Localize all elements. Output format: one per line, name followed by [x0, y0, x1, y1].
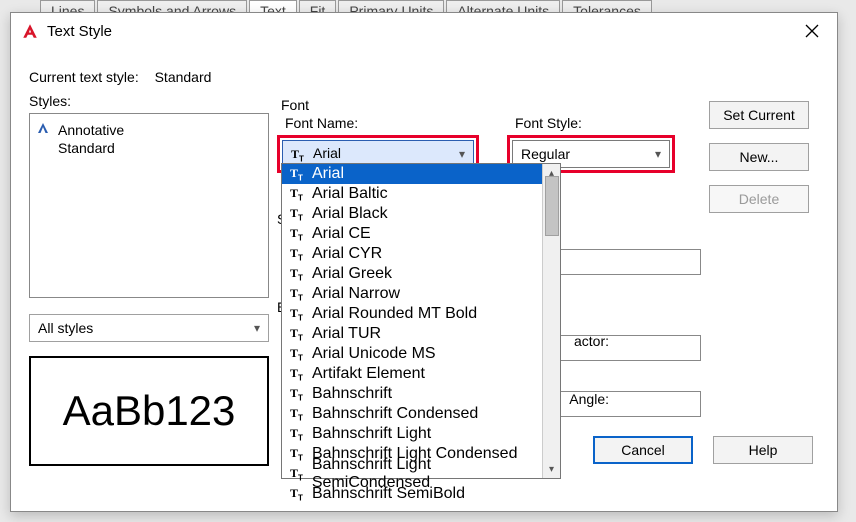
font-option-label: Artifakt Element: [312, 365, 425, 383]
chevron-down-icon: ▾: [459, 147, 465, 161]
style-item-annotative[interactable]: Annotative: [36, 120, 262, 139]
set-current-button[interactable]: Set Current: [709, 101, 809, 129]
font-option-label: Bahnschrift Light: [312, 425, 431, 443]
width-factor-input[interactable]: [543, 335, 701, 361]
font-option-label: Arial Rounded MT Bold: [312, 305, 477, 323]
font-option-label: Bahnschrift: [312, 385, 392, 403]
preview-text: AaBb123: [63, 387, 236, 435]
help-button[interactable]: Help: [713, 436, 813, 464]
font-option-label: Arial CE: [312, 225, 371, 243]
style-filter-dropdown[interactable]: All styles ▾: [29, 314, 269, 342]
style-filter-value: All styles: [38, 320, 93, 336]
font-option[interactable]: TTArial Baltic: [282, 184, 560, 204]
close-icon: [805, 24, 819, 38]
chevron-down-icon: ▾: [254, 321, 260, 335]
truetype-icon: TT: [290, 366, 308, 382]
current-style-row: Current text style: Standard: [29, 69, 819, 85]
text-style-dialog: Text Style Current text style: Standard …: [10, 12, 838, 512]
font-style-value: Regular: [521, 146, 570, 162]
truetype-icon: TT: [290, 266, 308, 282]
font-option-label: Arial CYR: [312, 245, 382, 263]
truetype-icon: TT: [290, 206, 308, 222]
font-option[interactable]: TTArial Narrow: [282, 284, 560, 304]
font-option[interactable]: TTBahnschrift Light SemiCondensed: [282, 464, 560, 484]
truetype-icon: TT: [290, 286, 308, 302]
truetype-icon: TT: [290, 426, 308, 442]
height-input[interactable]: [543, 249, 701, 275]
font-option-label: Arial Baltic: [312, 185, 388, 203]
font-option[interactable]: TTArial: [282, 164, 560, 184]
truetype-icon: TT: [290, 186, 308, 202]
font-option-label: Arial Narrow: [312, 285, 400, 303]
chevron-down-icon: ▾: [655, 147, 661, 161]
truetype-icon: TT: [291, 147, 309, 163]
font-option[interactable]: TTArtifakt Element: [282, 364, 560, 384]
font-option[interactable]: TTArial Rounded MT Bold: [282, 304, 560, 324]
font-option-label: Arial: [312, 165, 344, 183]
font-name-dropdown-list[interactable]: ▴ ▾ TTArialTTArial BalticTTArial BlackTT…: [281, 163, 561, 479]
truetype-icon: TT: [290, 326, 308, 342]
font-option[interactable]: TTBahnschrift: [282, 384, 560, 404]
truetype-icon: TT: [290, 406, 308, 422]
current-style-label: Current text style:: [29, 69, 139, 85]
truetype-icon: TT: [290, 446, 308, 462]
font-name-label: Font Name:: [285, 115, 479, 131]
font-option-label: Arial TUR: [312, 325, 381, 343]
styles-listbox[interactable]: Annotative Standard: [29, 113, 269, 298]
font-style-label: Font Style:: [515, 115, 675, 131]
truetype-icon: TT: [290, 466, 308, 482]
scrollbar-thumb[interactable]: [545, 176, 559, 236]
font-option-label: Arial Unicode MS: [312, 345, 436, 363]
truetype-icon: TT: [290, 166, 308, 182]
oblique-angle-input[interactable]: [543, 391, 701, 417]
truetype-icon: TT: [290, 246, 308, 262]
style-item-label: Standard: [58, 140, 115, 156]
font-option[interactable]: TTArial CYR: [282, 244, 560, 264]
close-button[interactable]: [797, 18, 827, 44]
font-option-label: Arial Black: [312, 205, 388, 223]
truetype-icon: TT: [290, 346, 308, 362]
font-option-label: Arial Greek: [312, 265, 392, 283]
new-button[interactable]: New...: [709, 143, 809, 171]
autocad-icon: [21, 22, 39, 40]
dropdown-scrollbar[interactable]: ▴ ▾: [542, 164, 560, 478]
truetype-icon: TT: [290, 386, 308, 402]
font-option[interactable]: TTArial TUR: [282, 324, 560, 344]
font-option[interactable]: TTBahnschrift Condensed: [282, 404, 560, 424]
cancel-button[interactable]: Cancel: [593, 436, 693, 464]
font-preview: AaBb123: [29, 356, 269, 466]
style-item-label: Annotative: [58, 122, 124, 138]
font-option[interactable]: TTArial CE: [282, 224, 560, 244]
font-option[interactable]: TTBahnschrift Light: [282, 424, 560, 444]
scroll-down-icon[interactable]: ▾: [543, 460, 560, 478]
font-group-label: Font: [281, 97, 709, 113]
font-option[interactable]: TTArial Black: [282, 204, 560, 224]
font-option[interactable]: TTArial Greek: [282, 264, 560, 284]
font-option[interactable]: TTArial Unicode MS: [282, 344, 560, 364]
annotative-icon: [36, 121, 52, 138]
delete-button: Delete: [709, 185, 809, 213]
font-name-value: Arial: [313, 145, 341, 161]
dialog-title: Text Style: [47, 23, 797, 40]
truetype-icon: TT: [290, 486, 308, 502]
current-style-value: Standard: [155, 69, 212, 85]
font-option-label: Bahnschrift Condensed: [312, 405, 478, 423]
truetype-icon: TT: [290, 306, 308, 322]
styles-label: Styles:: [29, 93, 277, 109]
style-item-standard[interactable]: Standard: [36, 139, 262, 157]
font-option-label: Bahnschrift SemiBold: [312, 485, 465, 503]
titlebar: Text Style: [11, 13, 837, 49]
truetype-icon: TT: [290, 226, 308, 242]
